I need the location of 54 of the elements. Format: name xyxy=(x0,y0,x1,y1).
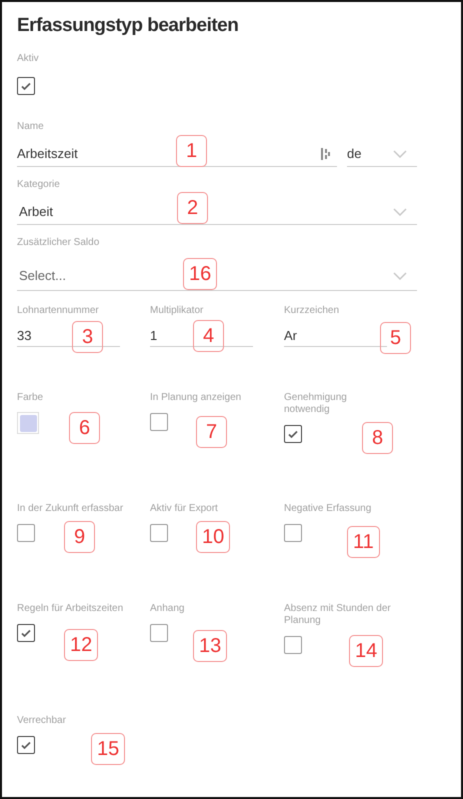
page-title: Erfassungstyp bearbeiten xyxy=(17,14,240,38)
language-select[interactable]: de xyxy=(347,141,417,167)
callout-number: 1 xyxy=(176,135,207,167)
checkbox[interactable] xyxy=(17,624,35,642)
checkbox[interactable] xyxy=(284,425,302,443)
field-label: Genehmigung notwendig xyxy=(284,392,348,416)
field-label: Farbe xyxy=(17,392,44,404)
chevron-down-icon xyxy=(393,208,407,216)
callout-number: 13 xyxy=(193,630,228,662)
text-field[interactable]: Ar xyxy=(284,325,387,347)
field-label: Regeln für Arbeitszeiten xyxy=(17,603,124,615)
callout-number: 2 xyxy=(177,192,208,224)
checkbox[interactable] xyxy=(17,77,35,95)
field-label: Aktiv für Export xyxy=(150,503,219,515)
checkmark-icon xyxy=(20,80,32,92)
field-label: Kategorie xyxy=(17,179,61,191)
checkbox[interactable] xyxy=(284,524,302,542)
field-label: Absenz mit Stunden der Planung xyxy=(284,603,392,627)
callout-number: 11 xyxy=(347,526,380,558)
callout-number: 5 xyxy=(380,322,411,354)
field-label: Verrechbar xyxy=(17,715,67,727)
field-label: Zusätzlicher Saldo xyxy=(17,237,100,249)
field-label: Lohnartennummer xyxy=(17,305,100,317)
field-label: In der Zukunft erfassbar xyxy=(17,503,124,515)
checkbox[interactable] xyxy=(17,736,35,754)
color-swatch[interactable] xyxy=(17,412,39,434)
checkmark-icon xyxy=(20,627,32,639)
field-label: Name xyxy=(17,121,45,133)
checkmark-icon xyxy=(20,739,32,751)
checkmark-icon xyxy=(287,428,299,440)
field-label: Multiplikator xyxy=(150,305,204,317)
checkbox[interactable] xyxy=(17,524,35,542)
callout-number: 3 xyxy=(72,321,103,353)
callout-number: 9 xyxy=(64,521,95,553)
field-label: Negative Erfassung xyxy=(284,503,372,515)
callout-number: 10 xyxy=(196,521,230,553)
checkbox[interactable] xyxy=(150,413,168,431)
callout-number: 15 xyxy=(91,733,126,765)
callout-number: 8 xyxy=(362,422,393,454)
checkbox[interactable] xyxy=(150,524,168,542)
callout-number: 14 xyxy=(349,635,384,667)
callout-number: 6 xyxy=(69,412,100,444)
chevron-down-icon xyxy=(393,272,407,280)
callout-number: 7 xyxy=(196,416,227,448)
field-label: Anhang xyxy=(150,603,186,615)
checkbox[interactable] xyxy=(150,624,168,642)
field-label: Aktiv xyxy=(17,53,40,65)
callout-number: 4 xyxy=(193,320,224,352)
field-label: Kurzzeichen xyxy=(284,305,340,317)
checkbox[interactable] xyxy=(284,636,302,654)
callout-number: 12 xyxy=(64,629,98,661)
field-label: In Planung anzeigen xyxy=(150,392,242,404)
callout-number: 16 xyxy=(183,258,218,290)
chevron-down-icon xyxy=(393,150,407,158)
